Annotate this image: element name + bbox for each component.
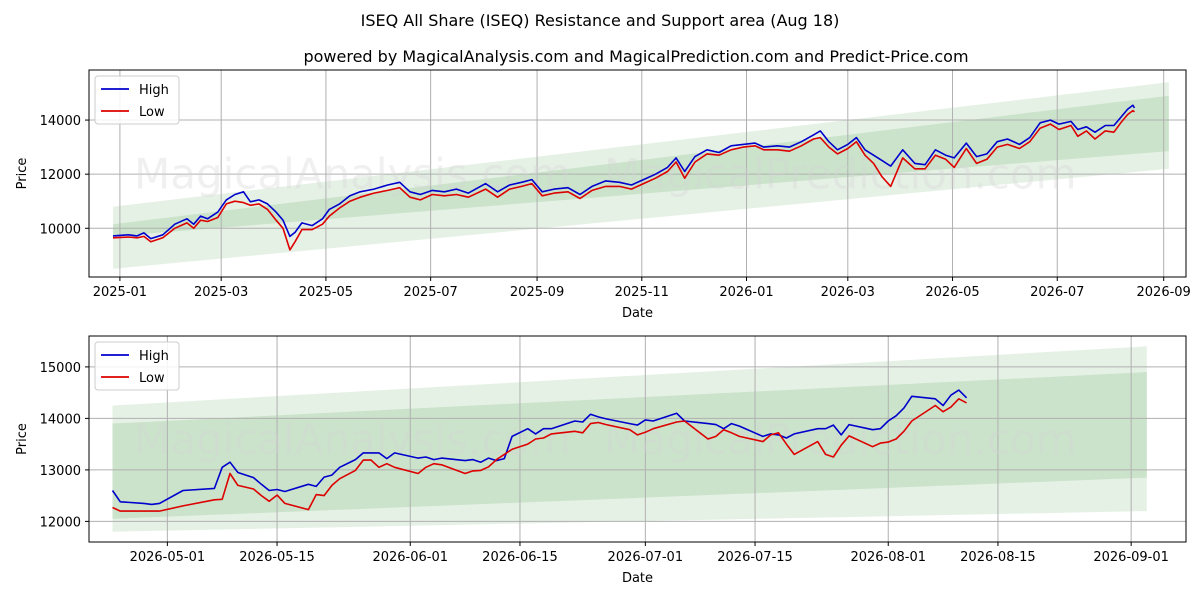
x-axis-label: Date	[622, 571, 653, 586]
x-tick-label: 2026-05	[925, 285, 979, 300]
figure: ISEQ All Share (ISEQ) Resistance and Sup…	[15, 11, 1191, 586]
legend-label-high: High	[139, 83, 169, 98]
chart-panel-bottom: 2026-05-01 2026-05-15 2026-06-01 2026-06-15…	[15, 335, 1187, 586]
y-tick-label: 12000	[40, 168, 81, 183]
x-tick-label: 2025-09	[510, 285, 564, 300]
y-tick-label: 10000	[40, 222, 81, 237]
x-tick-label: 2025-05	[299, 285, 353, 300]
y-tick-label: 14000	[40, 114, 81, 129]
y-axis-label: Price	[15, 158, 30, 190]
x-tick-label: 2026-05-15	[239, 550, 315, 565]
x-tick-label: 2026-07-01	[608, 550, 684, 565]
chart-panel-top: 2025-01 2025-03 2025-05 2025-07 2025-09 2025-…	[15, 69, 1191, 321]
y-tick-label: 15000	[40, 361, 81, 376]
x-tick-label: 2026-06-01	[372, 550, 448, 565]
x-tick-label: 2025-07	[403, 285, 457, 300]
x-tick-label: 2026-01	[719, 285, 773, 300]
y-tick-label: 14000	[40, 412, 81, 427]
x-tick-label: 2026-08-15	[960, 550, 1036, 565]
x-tick-label: 2026-07-15	[717, 550, 793, 565]
legend-label-low: Low	[139, 371, 165, 386]
x-tick-label: 2025-11	[615, 285, 669, 300]
x-tick-label: 2026-05-01	[130, 550, 206, 565]
x-tick-label: 2025-01	[93, 285, 147, 300]
y-axis-label: Price	[15, 423, 30, 455]
legend-label-high: High	[139, 349, 169, 364]
x-tick-label: 2026-03	[821, 285, 875, 300]
legend-label-low: Low	[139, 105, 165, 120]
x-tick-label: 2026-09-01	[1093, 550, 1169, 565]
figure-subtitle: powered by MagicalAnalysis.com and Magic…	[303, 47, 968, 66]
x-tick-label: 2026-06-15	[482, 550, 558, 565]
figure-title: ISEQ All Share (ISEQ) Resistance and Sup…	[361, 11, 840, 30]
x-axis-label: Date	[622, 306, 653, 321]
x-tick-label: 2025-03	[194, 285, 248, 300]
y-tick-label: 13000	[40, 464, 81, 479]
x-tick-label: 2026-07	[1030, 285, 1084, 300]
y-tick-label: 12000	[40, 515, 81, 530]
x-tick-label: 2026-08-01	[850, 550, 926, 565]
x-tick-label: 2026-09	[1137, 285, 1191, 300]
watermark-prediction: MagicalPrediction.com	[604, 150, 1077, 199]
